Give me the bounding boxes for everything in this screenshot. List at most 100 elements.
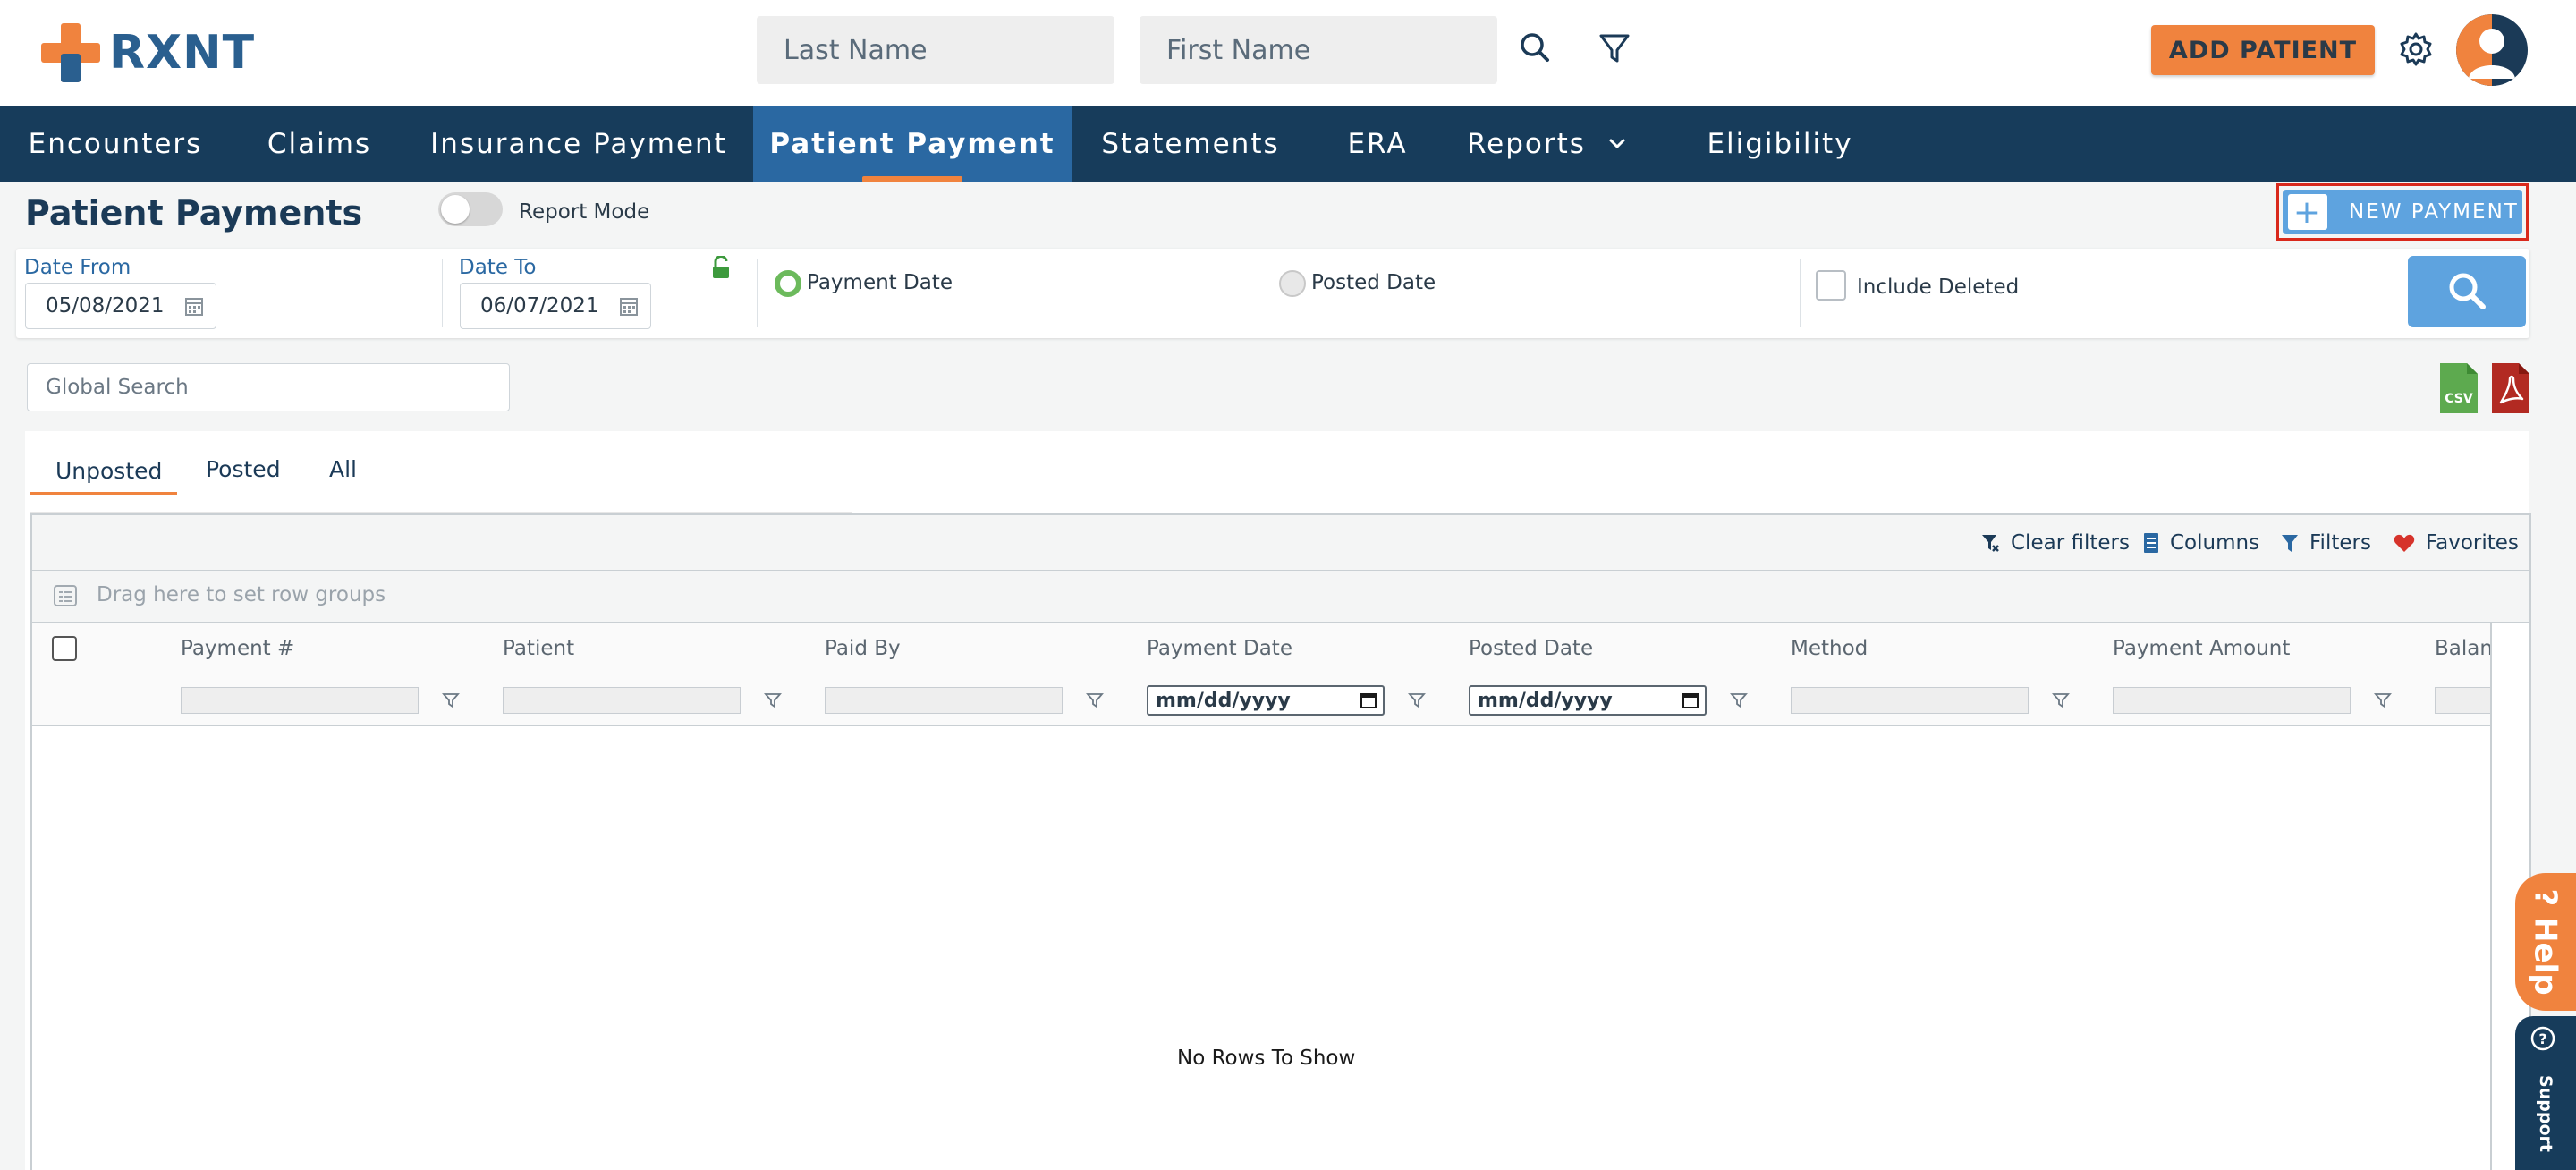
- payment-number-filter-input[interactable]: [181, 687, 419, 714]
- plus-icon: +: [2288, 194, 2327, 231]
- column-filter-icon[interactable]: [442, 691, 460, 710]
- paid-by-filter-input[interactable]: [825, 687, 1063, 714]
- payment-date-radio[interactable]: [775, 270, 801, 297]
- last-name-input[interactable]: Last Name: [757, 16, 1114, 84]
- new-payment-label: NEW PAYMENT: [2349, 200, 2519, 224]
- help-label: ? Help: [2528, 888, 2564, 996]
- posted-date-filter-input[interactable]: mm/dd/yyyy: [1469, 685, 1707, 716]
- column-header-payment-date[interactable]: Payment Date: [1147, 637, 1292, 660]
- date-from-value: 05/08/2021: [46, 294, 165, 318]
- include-deleted-checkbox[interactable]: [1816, 270, 1846, 301]
- new-payment-button[interactable]: + NEW PAYMENT: [2283, 190, 2522, 234]
- clear-filter-icon: [1982, 535, 1999, 552]
- payment-date-filter-input[interactable]: mm/dd/yyyy: [1147, 685, 1385, 716]
- nav-item-insurance-payment[interactable]: Insurance Payment: [413, 106, 744, 182]
- select-all-checkbox[interactable]: [52, 636, 77, 661]
- nav-item-patient-payment[interactable]: Patient Payment: [753, 106, 1072, 182]
- app-header: RXNT Last Name First Name ADD PATIENT: [0, 0, 2576, 106]
- add-patient-button[interactable]: ADD PATIENT: [2151, 25, 2375, 75]
- calendar-icon[interactable]: [1682, 691, 1699, 709]
- columns-button[interactable]: Columns: [2143, 528, 2259, 558]
- empty-grid-message: No Rows To Show: [1177, 1047, 1356, 1070]
- date-to-label: Date To: [459, 256, 537, 279]
- filter-icon[interactable]: [1592, 27, 1637, 72]
- column-filter-icon[interactable]: [2052, 691, 2070, 710]
- svg-text:?: ?: [2538, 1030, 2546, 1047]
- column-header-payment-amount[interactable]: Payment Amount: [2113, 637, 2290, 660]
- date-to-value: 06/07/2021: [480, 294, 599, 318]
- search-button[interactable]: [2408, 256, 2526, 327]
- patient-filter-input[interactable]: [503, 687, 741, 714]
- rxnt-logo[interactable]: RXNT: [41, 20, 274, 86]
- column-filter-icon[interactable]: [764, 691, 782, 710]
- global-search-input[interactable]: Global Search: [27, 363, 510, 411]
- unlock-icon[interactable]: [710, 256, 732, 279]
- column-filter-icon[interactable]: [1408, 691, 1426, 710]
- gear-icon[interactable]: [2394, 27, 2438, 72]
- favorites-label: Favorites: [2426, 531, 2519, 555]
- nav-item-encounters[interactable]: Encounters: [0, 106, 231, 182]
- csv-export-icon[interactable]: CSV: [2440, 363, 2478, 413]
- nav-item-reports[interactable]: Reports: [1467, 106, 1646, 182]
- page-title: Patient Payments: [25, 193, 363, 233]
- main-nav: Encounters Claims Insurance Payment Pati…: [0, 106, 2576, 182]
- report-mode-label: Report Mode: [519, 200, 650, 224]
- payment-amount-filter-input[interactable]: [2113, 687, 2351, 714]
- column-header-balance[interactable]: Balan: [2435, 637, 2490, 660]
- first-name-input[interactable]: First Name: [1140, 16, 1497, 84]
- csv-label: CSV: [2445, 392, 2473, 406]
- filter-icon: [2282, 535, 2298, 552]
- column-header-method[interactable]: Method: [1791, 637, 1868, 660]
- filters-button[interactable]: Filters: [2281, 528, 2371, 558]
- nav-item-statements[interactable]: Statements: [1082, 106, 1299, 182]
- tab-posted[interactable]: Posted: [206, 456, 281, 482]
- row-group-panel[interactable]: [32, 571, 2529, 623]
- method-filter-input[interactable]: [1791, 687, 2029, 714]
- support-tab-label-wrap[interactable]: Support: [2515, 1064, 2576, 1163]
- support-icon: ?: [2530, 1026, 2555, 1051]
- payment-date-filter-placeholder: mm/dd/yyyy: [1156, 689, 1291, 712]
- favorites-button[interactable]: Favorites: [2394, 528, 2519, 558]
- columns-icon: [2144, 533, 2158, 553]
- date-from-label: Date From: [24, 256, 131, 279]
- date-from-field[interactable]: 05/08/2021: [25, 283, 216, 329]
- calendar-icon[interactable]: [1360, 691, 1377, 709]
- clear-filters-label: Clear filters: [2011, 531, 2130, 555]
- report-mode-toggle[interactable]: [438, 192, 503, 226]
- user-avatar[interactable]: [2456, 14, 2528, 86]
- logo-cross-icon: [41, 23, 100, 82]
- calendar-icon[interactable]: [620, 296, 638, 316]
- filter-divider: [757, 259, 758, 327]
- nav-reports-label: Reports: [1467, 128, 1586, 160]
- nav-item-eligibility[interactable]: Eligibility: [1690, 106, 1869, 182]
- filter-divider: [1800, 259, 1801, 327]
- column-filter-icon[interactable]: [2374, 691, 2392, 710]
- date-to-field[interactable]: 06/07/2021: [460, 283, 651, 329]
- tab-all[interactable]: All: [329, 456, 357, 482]
- posted-date-radio[interactable]: [1279, 270, 1306, 297]
- search-icon[interactable]: [1513, 27, 1558, 72]
- balance-filter-input[interactable]: [2435, 687, 2490, 714]
- calendar-icon[interactable]: [185, 296, 203, 316]
- column-filter-icon[interactable]: [1730, 691, 1748, 710]
- pdf-export-icon[interactable]: [2492, 363, 2529, 413]
- chevron-down-icon: [1609, 139, 1625, 149]
- posted-date-filter-placeholder: mm/dd/yyyy: [1478, 689, 1613, 712]
- nav-item-era[interactable]: ERA: [1324, 106, 1431, 182]
- filter-divider: [442, 259, 443, 327]
- column-filter-icon[interactable]: [1086, 691, 1104, 710]
- help-tab-label-wrap[interactable]: ? Help: [2515, 873, 2576, 1011]
- help-text: Help: [2528, 917, 2564, 996]
- posted-date-label: Posted Date: [1311, 271, 1436, 294]
- tab-unposted[interactable]: Unposted: [55, 458, 162, 484]
- filters-label: Filters: [2309, 531, 2371, 555]
- nav-item-claims[interactable]: Claims: [252, 106, 386, 182]
- heart-icon: [2394, 534, 2415, 552]
- column-header-patient[interactable]: Patient: [503, 637, 574, 660]
- include-deleted-label: Include Deleted: [1857, 276, 2020, 299]
- clear-filters-button[interactable]: Clear filters: [1980, 528, 2130, 558]
- column-header-posted-date[interactable]: Posted Date: [1469, 637, 1593, 660]
- logo-wordmark: RXNT: [109, 26, 256, 80]
- column-header-paid-by[interactable]: Paid By: [825, 637, 901, 660]
- column-header-payment-number[interactable]: Payment #: [181, 637, 294, 660]
